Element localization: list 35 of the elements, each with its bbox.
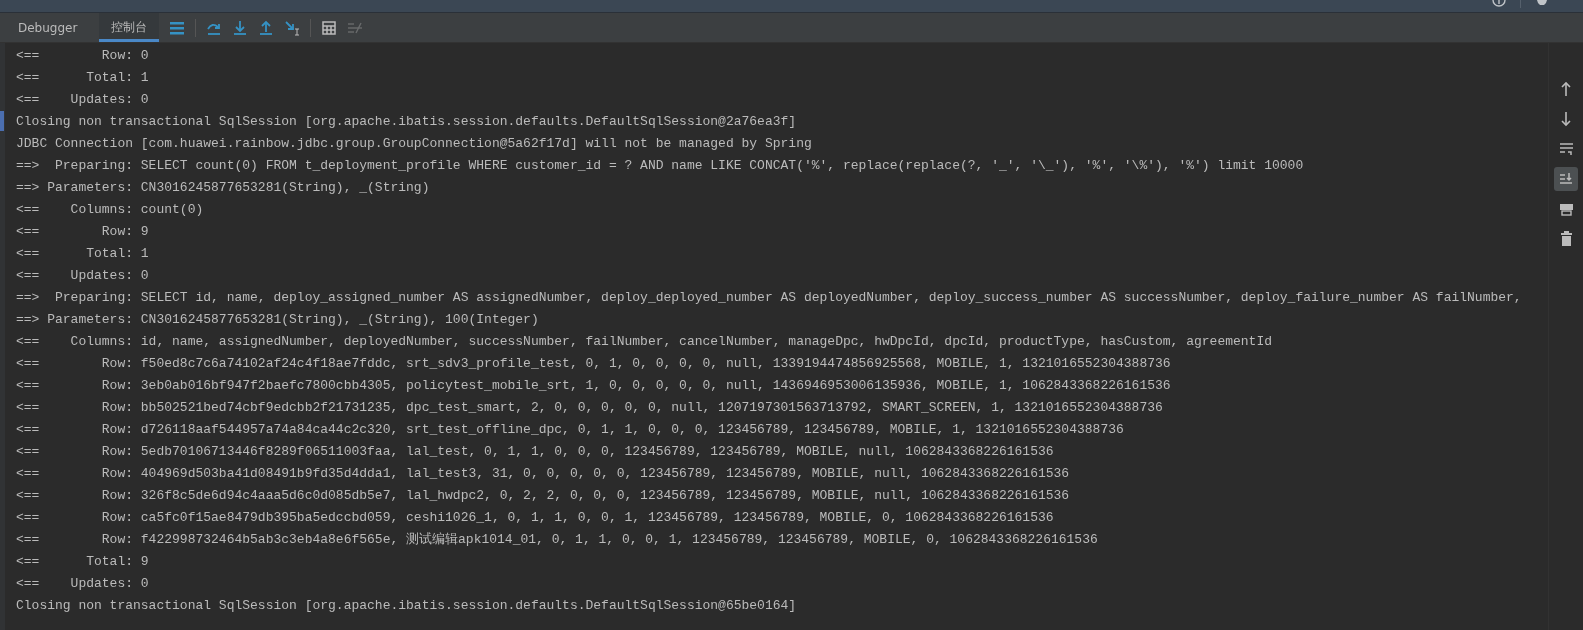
tab[interactable]: Debugger xyxy=(6,13,90,42)
run-to-cursor-icon[interactable] xyxy=(284,19,301,36)
log-line: JDBC Connection [com.huawei.rainbow.jdbc.group.GroupConnection@5a62f17d] will not be managed by Spring xyxy=(16,136,812,151)
log-line: <== Row: f422998732464b5ab3c3eb4a8e6f565e, 测试编辑apk1014_01, 0, 1, 1, 0, 0, 1, 123456789, 123456789, MOBILE, 0, 1062843368226161536 xyxy=(16,532,1098,547)
log-line: <== Total: 1 xyxy=(16,246,149,261)
log-line: <== Total: 1 xyxy=(16,70,149,85)
log-line: <== Row: 326f8c5de6d94c4aaa5d6c0d085db5e7, lal_hwdpc2, 0, 2, 2, 0, 0, 0, 123456789, 123456789, MOBILE, null, 1062843368226161536 xyxy=(16,488,1070,503)
log-line: <== Columns: id, name, assignedNumber, deployedNumber, successNumber, failNumber, cancelNumber, manageDpc, hwDpcId, dpcId, productType, hasCustom, agreementId xyxy=(16,334,1272,349)
log-line: ==> Parameters: CN3016245877653281(String), _(String) xyxy=(16,180,430,195)
log-line: <== Updates: 0 xyxy=(16,92,149,107)
log-line: ==> Parameters: CN3016245877653281(String), _(String), 100(Integer) xyxy=(16,312,539,327)
tab[interactable]: 控制台 xyxy=(99,13,160,42)
log-line: <== Row: f50ed8c7c6a74102af24c4f18ae7fddc, srt_sdv3_profile_test, 0, 1, 0, 0, 0, 0, null, 1339194474856925568, MOBILE, 1, 1321016552304388736 xyxy=(16,356,1171,371)
menu-icon[interactable] xyxy=(169,19,186,36)
step-out-icon[interactable] xyxy=(258,19,275,36)
log-line: Closing non transactional SqlSession [org.apache.ibatis.session.defaults.DefaultSqlSession@65be0164] xyxy=(16,598,797,613)
log-line: <== Updates: 0 xyxy=(16,576,149,591)
log-line: <== Row: 0 xyxy=(16,48,149,63)
scroll-to-end-icon[interactable] xyxy=(1554,167,1578,191)
log-line: Closing non transactional SqlSession [org.apache.ibatis.session.defaults.DefaultSqlSession@2a76ea3f] xyxy=(16,114,797,129)
log-line: <== Row: d726118aaf544957a74a84ca44c2c320, srt_test_offline_dpc, 0, 1, 1, 0, 0, 0, 123456789, 123456789, MOBILE, 1, 1321016552304388736 xyxy=(16,422,1124,437)
log-line: <== Row: 5edb70106713446f8289f06511003faa, lal_test, 0, 1, 1, 0, 0, 0, 123456789, 123456789, MOBILE, null, 1062843368226161536 xyxy=(16,444,1054,459)
info-icon[interactable] xyxy=(1492,0,1506,8)
log-line: <== Row: 404969d503ba41d08491b9fd35d4dda1, lal_test3, 31, 0, 0, 0, 0, 0, 123456789, 123456789, MOBILE, null, 1062843368226161536 xyxy=(16,466,1070,481)
log-line: <== Columns: count(0) xyxy=(16,202,204,217)
log-line: <== Updates: 0 xyxy=(16,268,149,283)
log-line: <== Row: ca5fc0f15ae8479db395ba5edccbd059, ceshi1026_1, 0, 1, 1, 0, 0, 1, 123456789, 123456789, MOBILE, 0, 1062843368226161536 xyxy=(16,510,1054,525)
log-line: <== Row: bb502521bed74cbf9edcbb2f21731235, dpc_test_smart, 2, 0, 0, 0, 0, 0, null, 1207197301563713792, SMART_SCREEN, 1, 1321016552304388736 xyxy=(16,400,1163,415)
calculator-icon[interactable] xyxy=(321,19,338,36)
log-line: <== Row: 3eb0ab016bf947f2baefc7800cbb4305, policytest_mobile_srt, 1, 0, 0, 0, 0, 0, null, 1436946953006135936, MOBILE, 1, 1062843368226161536 xyxy=(16,378,1171,393)
log-line: <== Row: 9 xyxy=(16,224,149,239)
log-line: ==> Preparing: SELECT id, name, deploy_assigned_number AS assignedNumber, deploy_deployed_number AS deployedNumber, deploy_success_number AS successNumber, deploy_failure_number AS failNumber, xyxy=(16,290,1522,305)
log-line: <== Total: 9 xyxy=(16,554,149,569)
step-into-icon[interactable] xyxy=(232,19,249,36)
log-line: ==> Preparing: SELECT count(0) FROM t_deployment_profile WHERE customer_id = ? AND name LIKE CONCAT('%', replace(replace(?, '_', '\_'), '%', '\%'), '%') limit 10000 xyxy=(16,158,1304,173)
